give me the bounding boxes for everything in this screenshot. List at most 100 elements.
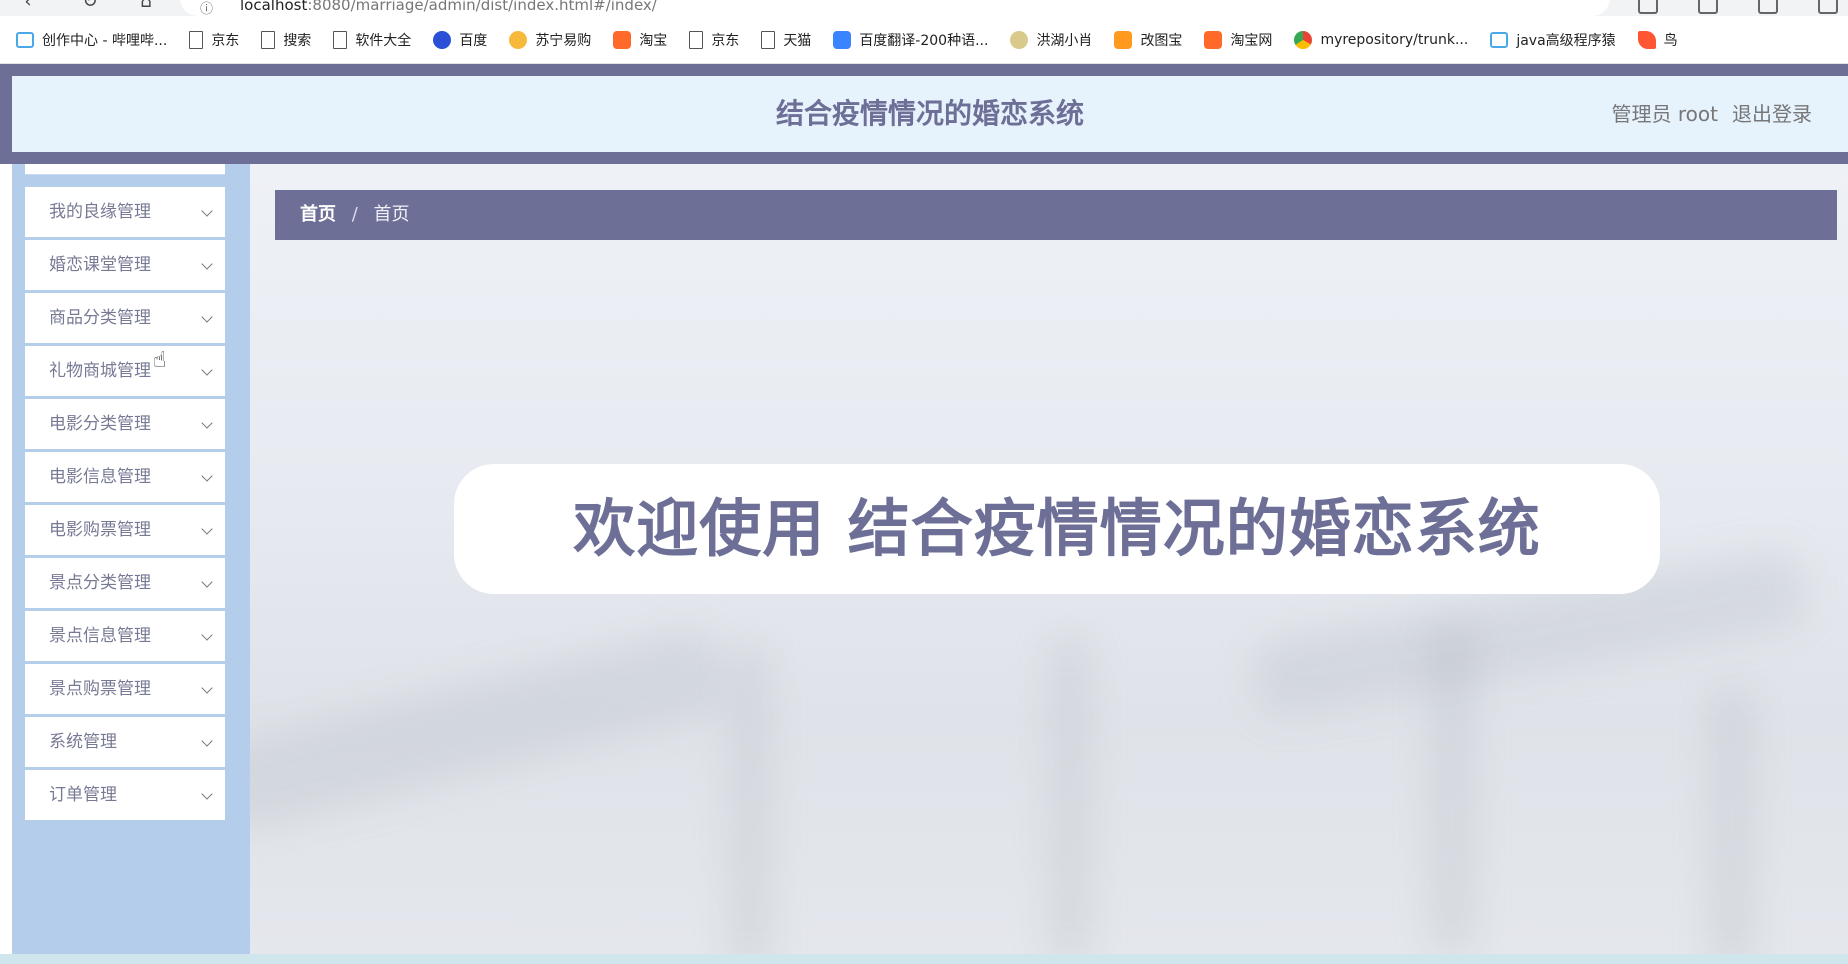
favorites-icon[interactable] [1698, 0, 1718, 14]
bird-icon [1637, 30, 1656, 49]
chevron-down-icon [201, 523, 213, 535]
bookmark-item[interactable]: 苏宁易购 [509, 30, 591, 50]
bookmark-item[interactable]: 淘宝网 [1204, 30, 1272, 50]
sidebar-menu-item[interactable]: 我的良缘管理 [25, 187, 225, 237]
browser-toolbar: ‹ ↻ ⌂ ⓘ localhost:8080/marriage/admin/di… [0, 0, 1848, 16]
bookmark-item[interactable]: 创作中心 - 哔哩哔... [16, 30, 167, 50]
bilibili-icon [1490, 31, 1509, 48]
address-url[interactable]: localhost:8080/marriage/admin/dist/index… [240, 0, 657, 14]
bookmark-item[interactable]: 天猫 [761, 30, 811, 50]
page-icon [761, 30, 776, 49]
sidebar-menu-item[interactable]: 景点购票管理 [25, 664, 225, 714]
taobao-icon [1204, 30, 1223, 49]
breadcrumb: 首页 / 首页 [275, 190, 1837, 240]
bookmark-item[interactable]: 鸟 [1637, 30, 1678, 50]
sidebar-item-label: 我的良缘管理 [49, 202, 151, 222]
bookmark-label: 京东 [711, 32, 740, 49]
browser-extension-icons [1638, 0, 1838, 14]
bookmark-item[interactable]: 软件大全 [333, 30, 411, 50]
back-icon[interactable]: ‹ [18, 0, 38, 12]
bookmark-item[interactable]: 百度翻译-200种语... [833, 30, 988, 50]
info-icon[interactable]: ⓘ [200, 0, 213, 16]
bookmark-item[interactable]: 洪湖小肖 [1010, 30, 1092, 50]
bookmark-label: 软件大全 [355, 32, 412, 49]
chevron-down-icon [201, 470, 213, 482]
sidebar-menu-item[interactable]: 电影信息管理 [25, 452, 225, 502]
extensions-icon[interactable] [1638, 0, 1658, 14]
bookmark-item[interactable]: 搜索 [261, 30, 311, 50]
fanyi-icon [833, 30, 852, 49]
chevron-down-icon [201, 682, 213, 694]
home-icon[interactable]: ⌂ [136, 0, 156, 12]
bookmark-item[interactable]: myrepository/trunk... [1294, 30, 1469, 49]
app-header-frame: 结合疫情情况的婚恋系统 管理员 root 退出登录 [0, 64, 1848, 164]
app-header: 结合疫情情况的婚恋系统 管理员 root 退出登录 [12, 76, 1848, 152]
chevron-down-icon [201, 735, 213, 747]
gaitubao-icon [1114, 30, 1133, 49]
bookmark-label: myrepository/trunk... [1320, 31, 1469, 48]
chevron-down-icon [201, 629, 213, 641]
url-host: localhost [240, 0, 308, 14]
sidebar-menu-item[interactable]: 婚恋课堂管理 [25, 240, 225, 290]
sidebar-menu-item[interactable]: 电影购票管理 [25, 505, 225, 555]
window-bottom-strip [0, 954, 1848, 964]
app-title: 结合疫情情况的婚恋系统 [775, 97, 1084, 130]
bookmark-item[interactable]: 淘宝 [613, 30, 667, 50]
page-icon [261, 30, 276, 49]
url-path: :8080/marriage/admin/dist/index.html#/in… [307, 0, 657, 14]
sidebar-item-label: 订单管理 [49, 785, 117, 805]
bookmark-label: 创作中心 - 哔哩哔... [42, 32, 168, 49]
sidebar-item-partial[interactable] [25, 164, 225, 175]
baidu-icon [433, 30, 452, 49]
bookmark-label: 百度翻译-200种语... [859, 32, 989, 49]
page-icon [333, 30, 348, 49]
sidebar-menu-item[interactable]: 景点信息管理 [25, 611, 225, 661]
bookmark-label: 京东 [211, 32, 240, 49]
bookmark-label: 天猫 [783, 32, 812, 49]
sidebar-item-label: 电影信息管理 [49, 467, 151, 487]
bookmark-item[interactable]: 京东 [689, 30, 739, 50]
address-bar[interactable]: ⓘ localhost:8080/marriage/admin/dist/ind… [180, 0, 1610, 16]
sidebar-menu-item[interactable]: 订单管理 [25, 770, 225, 820]
bee-icon [1010, 30, 1029, 49]
bookmark-item[interactable]: 京东 [189, 30, 239, 50]
profile-icon[interactable] [1818, 0, 1838, 14]
bookmark-label: 鸟 [1663, 32, 1678, 49]
sidebar-item-label: 景点分类管理 [49, 573, 151, 593]
bilibili-icon [16, 31, 34, 48]
collections-icon[interactable] [1758, 0, 1778, 14]
sidebar: 我的良缘管理 婚恋课堂管理商品分类管理 礼物商城管理电影分类管理 电影信息管理 电影购票… [12, 164, 250, 954]
admin-label: 管理员 root [1611, 102, 1718, 126]
sidebar-item-label: 景点购票管理 [49, 679, 151, 699]
bookmark-label: 百度 [459, 32, 488, 49]
chevron-down-icon [201, 364, 213, 376]
bookmark-item[interactable]: java高级程序猿 [1490, 30, 1616, 50]
suning-icon [509, 30, 528, 49]
page-icon [189, 30, 204, 49]
background-blur [1710, 684, 1754, 954]
sidebar-item-label: 电影分类管理 [49, 414, 151, 434]
sidebar-item-label: 系统管理 [49, 732, 117, 752]
sidebar-item-label: 电影购票管理 [49, 520, 151, 540]
bookmark-item[interactable]: 改图宝 [1114, 30, 1182, 50]
sidebar-menu-item[interactable]: 景点分类管理 [25, 558, 225, 608]
breadcrumb-home[interactable]: 首页 [300, 204, 336, 225]
sidebar-menu-item[interactable]: 电影分类管理 [25, 399, 225, 449]
sidebar-item-label: 景点信息管理 [49, 626, 151, 646]
bookmark-item[interactable]: 百度 [433, 30, 487, 50]
chevron-down-icon [201, 417, 213, 429]
sidebar-menu-item[interactable]: 商品分类管理 [25, 293, 225, 343]
bookmark-label: 淘宝 [639, 32, 668, 49]
reload-icon[interactable]: ↻ [80, 0, 100, 12]
sidebar-menu-item[interactable]: 系统管理 [25, 717, 225, 767]
sidebar-item-label: 婚恋课堂管理 [49, 255, 151, 275]
bookmark-label: java高级程序猿 [1516, 32, 1616, 49]
main-content: 首页 / 首页 欢迎使用 结合疫情情况的婚恋系统 [250, 164, 1848, 954]
bookmark-label: 搜索 [283, 32, 312, 49]
logout-button[interactable]: 退出登录 [1732, 76, 1812, 152]
bookmark-label: 淘宝网 [1230, 32, 1273, 49]
sidebar-menu-item[interactable]: 礼物商城管理 [25, 346, 225, 396]
welcome-banner: 欢迎使用 结合疫情情况的婚恋系统 [454, 464, 1660, 594]
breadcrumb-current: 首页 [373, 204, 410, 225]
chrome-icon [1294, 30, 1313, 49]
